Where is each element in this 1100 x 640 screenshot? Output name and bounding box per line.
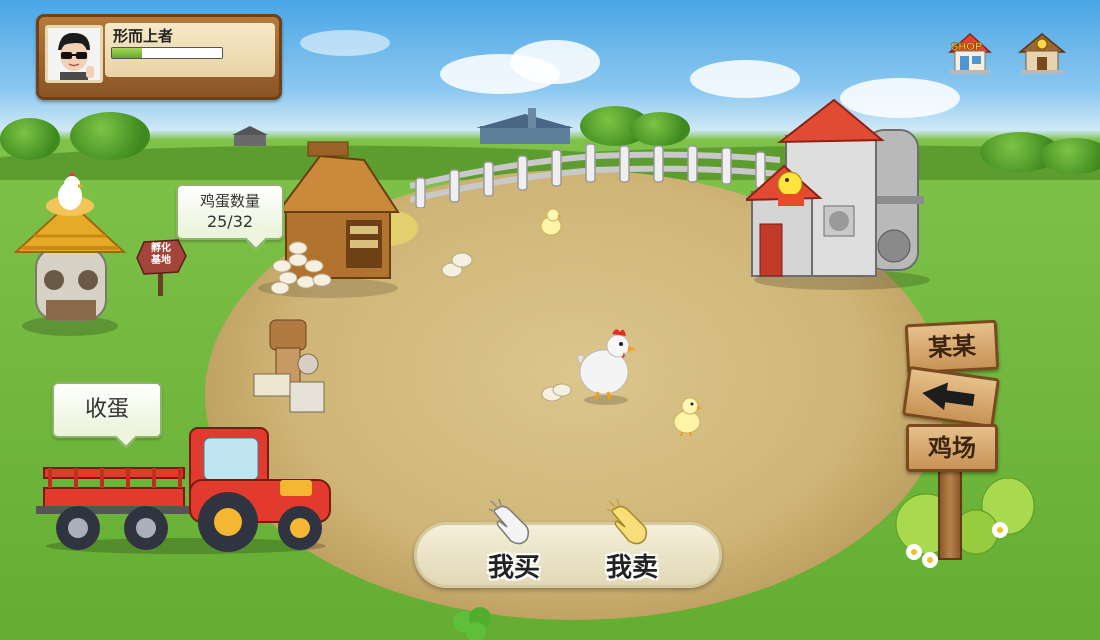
egg-pile[interactable] — [540, 380, 574, 404]
incubator-signboard[interactable]: 孵化 基地 — [134, 238, 188, 298]
wooden-fence — [410, 143, 780, 208]
egg-count-value: 25/32 — [206, 212, 254, 231]
arrow-left-icon — [922, 382, 975, 411]
signpost-top-label: 某某 — [927, 331, 977, 363]
tractor[interactable] — [36, 424, 334, 556]
tree — [0, 118, 60, 160]
signpost-farm-label: 鸡场 — [928, 434, 976, 462]
buy-hand-icon — [489, 499, 530, 545]
incubator-sign-line2: 基地 — [151, 255, 171, 266]
shop-icon-label: SHOP — [951, 41, 982, 53]
chick[interactable] — [538, 206, 564, 238]
egg-pile[interactable] — [440, 248, 476, 280]
feed-machine[interactable] — [246, 310, 336, 420]
chick[interactable] — [670, 394, 704, 436]
farm-scene: 形而上者 SHOP 孵化 基地 鸡蛋数量 25/32 收蛋 某某 鸡场 我买 我… — [0, 0, 1100, 640]
sell-button[interactable]: 我卖 — [577, 499, 687, 583]
home-button[interactable] — [1017, 30, 1067, 76]
incubator-building[interactable] — [12, 168, 130, 338]
cloud — [510, 40, 600, 84]
signpost-top-board[interactable]: 某某 — [904, 319, 1000, 375]
hen[interactable] — [574, 322, 638, 406]
cloud — [300, 30, 390, 56]
sell-hand-icon — [607, 499, 648, 545]
egg-count-label: 鸡蛋数量 — [199, 192, 260, 210]
buy-button[interactable]: 我买 — [459, 499, 569, 583]
egg-count-bubble: 鸡蛋数量 25/32 — [176, 184, 284, 240]
incubator-sign-line1: 孵化 — [151, 243, 171, 254]
sell-label: 我卖 — [605, 553, 658, 583]
experience-bar — [111, 47, 223, 59]
trade-bar: 我买 我卖 — [414, 499, 722, 588]
cloud — [690, 60, 800, 98]
bushes — [895, 477, 1035, 568]
signpost-farm-board[interactable]: 鸡场 — [906, 424, 998, 472]
buy-label: 我买 — [487, 553, 540, 583]
player-avatar[interactable] — [45, 25, 103, 83]
clover-plant — [453, 607, 491, 640]
player-name: 形而上者 — [113, 27, 174, 45]
shop-button[interactable]: SHOP — [946, 30, 994, 76]
player-profile-panel: 形而上者 — [36, 14, 282, 100]
feed-store-building[interactable] — [746, 96, 932, 292]
experience-fill — [112, 48, 142, 58]
tree — [70, 112, 150, 160]
tree — [1040, 138, 1100, 174]
